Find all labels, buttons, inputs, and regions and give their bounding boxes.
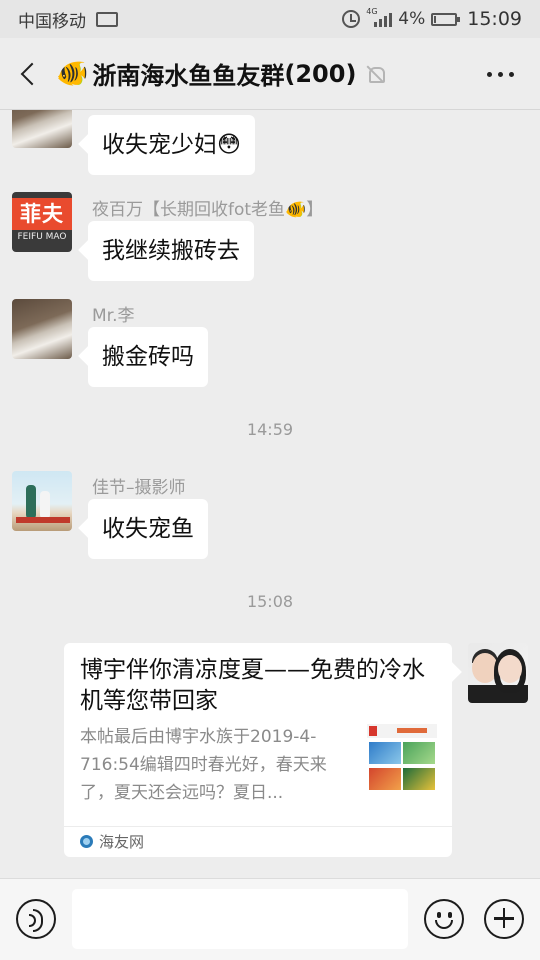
- avatar-beach-photo[interactable]: [12, 471, 72, 531]
- message-bubble[interactable]: 收失宠鱼: [88, 499, 208, 559]
- feifu-logo-subtext: FEIFU MAO: [17, 232, 67, 242]
- signal-icon: 4G: [366, 7, 393, 27]
- feifu-logo-text: 菲夫: [12, 198, 72, 230]
- group-title[interactable]: 🐠 浙南海水鱼鱼友群 (200): [56, 56, 386, 91]
- link-card-thumbnail: [367, 724, 437, 794]
- message-text: 收失宠鱼: [102, 516, 194, 542]
- chat-input-bar: [0, 878, 540, 960]
- sender-name: 夜百万【长期回收fot老鱼🐠】: [92, 200, 324, 220]
- network-label: 4G: [366, 7, 378, 16]
- message-text: 收失宠少妇: [102, 132, 217, 158]
- source-site-icon: [80, 835, 93, 848]
- message-bubble[interactable]: 收失宠少妇😳: [88, 115, 255, 175]
- member-count: (200): [284, 59, 357, 88]
- status-left: 中国移动: [18, 6, 118, 32]
- group-name: 浙南海水鱼鱼友群: [92, 62, 285, 90]
- emoji-icon[interactable]: [424, 899, 464, 939]
- back-chevron-icon: [20, 62, 44, 85]
- flushed-emoji-icon: 😳: [217, 132, 241, 158]
- message-text: 我继续搬砖去: [102, 238, 240, 264]
- link-card-description: 本帖最后由博宇水族于2019-4-716:54编辑四时春光好，春天来了，夏天还会…: [80, 727, 327, 803]
- message-bubble[interactable]: 我继续搬砖去: [88, 221, 254, 281]
- sender-name: Mr.李: [92, 306, 135, 326]
- sender-name: 佳节–摄影师: [92, 478, 186, 498]
- status-bar: 中国移动 4G 4% 15:09: [0, 0, 540, 38]
- voice-icon[interactable]: [16, 899, 56, 939]
- battery-icon: [431, 12, 461, 26]
- chat-timestamp: 15:08: [246, 592, 294, 611]
- notification-message-icon: [96, 6, 118, 27]
- link-card[interactable]: 博宇伴你清凉度夏——免费的冷水机等您带回家 本帖最后由博宇水族于2019-4-7…: [64, 643, 452, 857]
- carrier-name: 中国移动: [18, 11, 86, 32]
- mute-bell-icon: [366, 65, 386, 83]
- message-input[interactable]: [72, 889, 408, 949]
- back-button[interactable]: [0, 38, 56, 110]
- avatar-feifu[interactable]: 菲夫 FEIFU MAO: [12, 192, 72, 252]
- more-options-button[interactable]: [487, 72, 514, 77]
- avatar-husky[interactable]: [12, 299, 72, 359]
- message-bubble[interactable]: 搬金砖吗: [88, 327, 208, 387]
- card-divider: [64, 826, 452, 827]
- link-card-source: 海友网: [80, 831, 144, 852]
- battery-percent: 4%: [398, 9, 426, 29]
- chat-message-list[interactable]: 收失宠少妇😳 菲夫 FEIFU MAO 夜百万【长期回收fot老鱼🐠】 我继续搬…: [0, 110, 540, 878]
- plus-icon[interactable]: [484, 899, 524, 939]
- link-card-title: 博宇伴你清凉度夏——免费的冷水机等您带回家: [80, 657, 425, 714]
- fish-emoji-icon: 🐠: [56, 58, 89, 89]
- message-text: 搬金砖吗: [102, 344, 194, 370]
- source-name: 海友网: [99, 833, 145, 851]
- alarm-icon: [342, 10, 361, 28]
- status-right: 4G 4% 15:09: [342, 7, 522, 30]
- status-time: 15:09: [467, 8, 522, 30]
- avatar-self[interactable]: [468, 643, 528, 703]
- chat-timestamp: 14:59: [246, 420, 294, 439]
- avatar-husky[interactable]: [12, 110, 72, 148]
- chat-title-bar: 🐠 浙南海水鱼鱼友群 (200): [0, 38, 540, 110]
